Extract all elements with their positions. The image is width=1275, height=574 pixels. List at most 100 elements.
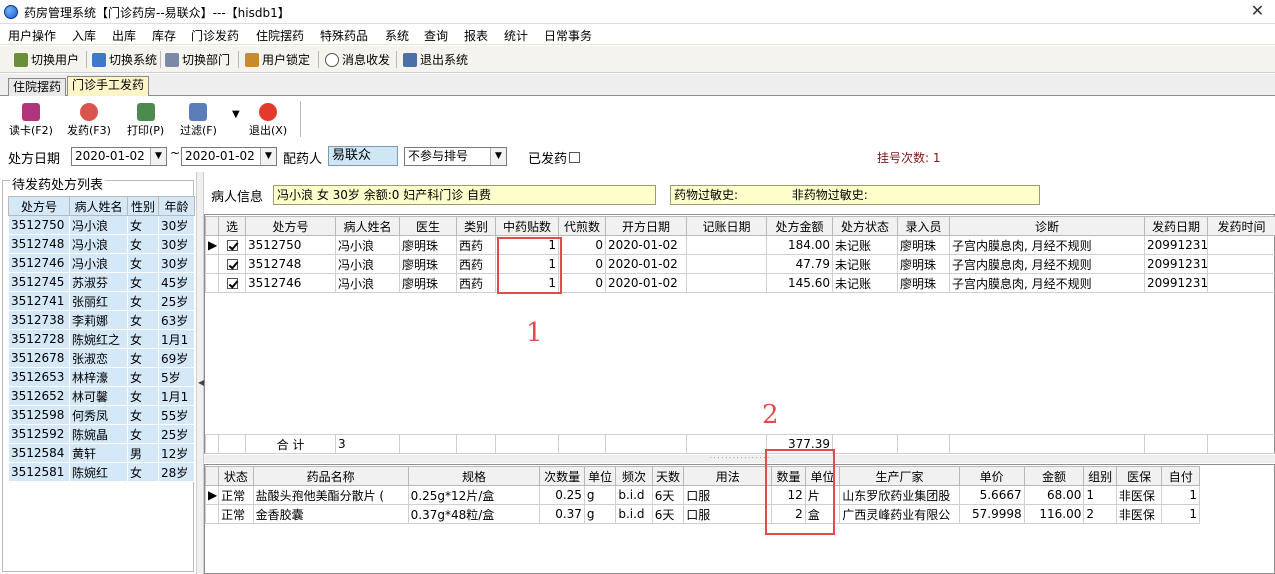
menu-inbound[interactable]: 入库 <box>72 27 96 44</box>
col-frequency[interactable]: 频次 <box>615 466 653 486</box>
menu-outbound[interactable]: 出库 <box>112 27 136 44</box>
col-drug-status[interactable]: 状态 <box>218 466 254 486</box>
table-row[interactable]: 3512581 陈婉红女 28岁 <box>8 462 195 482</box>
col-insurance[interactable]: 医保 <box>1115 466 1163 486</box>
table-row[interactable]: 3512678 张淑恋女 69岁 <box>8 348 195 368</box>
date-from-picker[interactable]: 2020-01-02 ▼ <box>71 147 167 166</box>
table-row[interactable]: 正常 金香胶囊 0.37g*48粒/盒 0.37 g b.i.d 6天 口服 2 盒广西灵峰药业有… <box>204 504 1200 524</box>
switch-user-button[interactable]: 切换用户 <box>14 50 79 69</box>
switch-system-button[interactable]: 切换系统 <box>92 50 157 69</box>
col-category[interactable]: 类别 <box>456 216 496 236</box>
col-rx-status[interactable]: 处方状态 <box>832 216 898 236</box>
panel-splitter[interactable]: ◀ <box>196 172 204 574</box>
filter-dropdown-icon[interactable]: ▼ <box>232 109 240 120</box>
menu-system[interactable]: 系统 <box>385 27 409 44</box>
col-gender[interactable]: 性别 <box>127 196 159 216</box>
col-herbal-doses[interactable]: 中药贴数 <box>495 216 559 236</box>
table-row[interactable]: 3512741 张丽红女 25岁 <box>8 291 195 311</box>
cell-rx-amount: 184.00 <box>766 235 833 255</box>
col-select[interactable]: 选 <box>218 216 246 236</box>
table-row[interactable]: 3512652 林可馨女 1月1 <box>8 386 195 406</box>
col-amount[interactable]: 金额 <box>1023 466 1085 486</box>
date-to-picker[interactable]: 2020-01-02 ▼ <box>181 147 277 166</box>
col-diagnosis[interactable]: 诊断 <box>949 216 1145 236</box>
exit-button[interactable]: 退出(X) <box>249 103 287 138</box>
menu-outpatient-dispense[interactable]: 门诊发药 <box>191 27 239 44</box>
menu-user-ops[interactable]: 用户操作 <box>8 27 56 44</box>
table-row[interactable]: 3512748 冯小浪女 30岁 <box>8 234 195 254</box>
menu-report[interactable]: 报表 <box>464 27 488 44</box>
switch-dept-button[interactable]: 切换部门 <box>165 50 230 69</box>
lock-user-button[interactable]: 用户锁定 <box>245 50 310 69</box>
cell-category: 西药 <box>456 235 496 255</box>
dispensed-checkbox[interactable] <box>569 152 580 163</box>
menu-daily-affairs[interactable]: 日常事务 <box>544 27 592 44</box>
table-row[interactable]: 3512748 冯小浪 廖明珠 西药 1 0 2020-01-02 47.79 未记账 廖明珠 子宫… <box>205 254 1275 274</box>
table-row[interactable]: 3512746 冯小浪 廖明珠 西药 1 0 2020-01-02 145.60 未记账 廖明珠子… <box>205 273 1275 293</box>
table-row[interactable]: 3512598 何秀凤女 55岁 <box>8 405 195 425</box>
filter-button[interactable]: 过滤(F) <box>180 103 217 138</box>
col-group[interactable]: 组别 <box>1083 466 1117 486</box>
menu-special-drugs[interactable]: 特殊药品 <box>320 27 368 44</box>
table-row[interactable]: 3512738 李莉娜女 63岁 <box>8 310 195 330</box>
tab-inpatient-dispense[interactable]: 住院摆药 <box>8 78 67 96</box>
cell-dose-qty: 0.37 <box>539 504 585 524</box>
table-row[interactable]: 3512592 陈婉晶女 25岁 <box>8 424 195 444</box>
col-days[interactable]: 天数 <box>651 466 685 486</box>
col-usage[interactable]: 用法 <box>683 466 773 486</box>
col-clerk[interactable]: 录入员 <box>897 216 950 236</box>
col-rx-no[interactable]: 处方号 <box>8 196 70 216</box>
chevron-down-icon[interactable]: ▼ <box>150 148 166 165</box>
col-billing-date[interactable]: 记账日期 <box>686 216 767 236</box>
table-row[interactable]: ▶ 3512750 冯小浪 廖明珠 西药 1 0 2020-01-02 184.00 未记账 廖明珠… <box>205 235 1275 255</box>
col-spec[interactable]: 规格 <box>407 466 541 486</box>
col-dose-unit[interactable]: 单位 <box>583 466 617 486</box>
print-button[interactable]: 打印(P) <box>127 103 164 138</box>
select-checkbox[interactable] <box>226 259 238 270</box>
col-self-pay[interactable]: 自付 <box>1161 466 1200 486</box>
cell-rx-status: 未记账 <box>832 273 898 293</box>
col-dispense-time[interactable]: 发药时间 <box>1207 216 1275 236</box>
col-patient-name[interactable]: 病人姓名 <box>335 216 400 236</box>
col-unit-price[interactable]: 单价 <box>958 466 1025 486</box>
col-drug-name[interactable]: 药品名称 <box>252 466 409 486</box>
col-rx-date[interactable]: 开方日期 <box>605 216 687 236</box>
table-row[interactable]: 3512750 冯小浪女 30岁 <box>8 215 195 235</box>
col-manufacturer[interactable]: 生产厂家 <box>839 466 960 486</box>
col-decoction-count[interactable]: 代煎数 <box>558 216 606 236</box>
read-card-button[interactable]: 读卡(F2) <box>9 103 53 138</box>
messages-button[interactable]: 消息收发 <box>325 50 390 69</box>
col-dispense-date[interactable]: 发药日期 <box>1144 216 1208 236</box>
cell-doctor: 廖明珠 <box>399 254 457 274</box>
select-checkbox[interactable] <box>226 278 238 289</box>
col-patient-name[interactable]: 病人姓名 <box>69 196 128 216</box>
col-rx-amount[interactable]: 处方金额 <box>766 216 833 236</box>
pharmacist-field[interactable]: 易联众 <box>328 146 398 166</box>
select-checkbox[interactable] <box>226 240 238 251</box>
menu-stock[interactable]: 库存 <box>152 27 176 44</box>
tab-outpatient-manual-dispense[interactable]: 门诊手工发药 <box>67 76 150 96</box>
queue-select[interactable]: 不参与排号 ▼ <box>404 147 507 166</box>
table-row[interactable]: 3512746 冯小浪女 30岁 <box>8 253 195 273</box>
exit-system-button[interactable]: 退出系统 <box>403 50 468 69</box>
menu-statistics[interactable]: 统计 <box>504 27 528 44</box>
close-icon[interactable]: ✕ <box>1240 0 1275 24</box>
col-dose-qty[interactable]: 次数量 <box>539 466 585 486</box>
cell-gender: 女 <box>127 348 159 368</box>
table-row[interactable]: 3512745 苏淑芬女 45岁 <box>8 272 195 292</box>
table-row[interactable]: 3512653 林梓濠女 5岁 <box>8 367 195 387</box>
cell-age: 25岁 <box>158 291 195 311</box>
col-age[interactable]: 年龄 <box>158 196 195 216</box>
chevron-down-icon[interactable]: ▼ <box>490 148 506 165</box>
menu-query[interactable]: 查询 <box>424 27 448 44</box>
chevron-down-icon[interactable]: ▼ <box>260 148 276 165</box>
dispense-button[interactable]: 发药(F3) <box>67 103 111 138</box>
table-row[interactable]: 3512728 陈婉红之女 1月1 <box>8 329 195 349</box>
col-doctor[interactable]: 医生 <box>399 216 457 236</box>
horizontal-splitter[interactable]: · · · · · · · · · · · · · · · · <box>204 455 1275 463</box>
menu-inpatient-dispense[interactable]: 住院摆药 <box>256 27 304 44</box>
table-row[interactable]: 3512584 黄轩男 12岁 <box>8 443 195 463</box>
col-rx-no[interactable]: 处方号 <box>245 216 336 236</box>
table-row[interactable]: ▶ 正常 盐酸头孢他美酯分散片 (0.25g*12片/盒 0.25 g b.i.d 6天 口服… <box>204 485 1200 505</box>
pending-rx-table: 处方号 病人姓名 性别 年龄 3512750 冯小浪女 30岁 3512748 冯小浪女… <box>8 196 195 482</box>
